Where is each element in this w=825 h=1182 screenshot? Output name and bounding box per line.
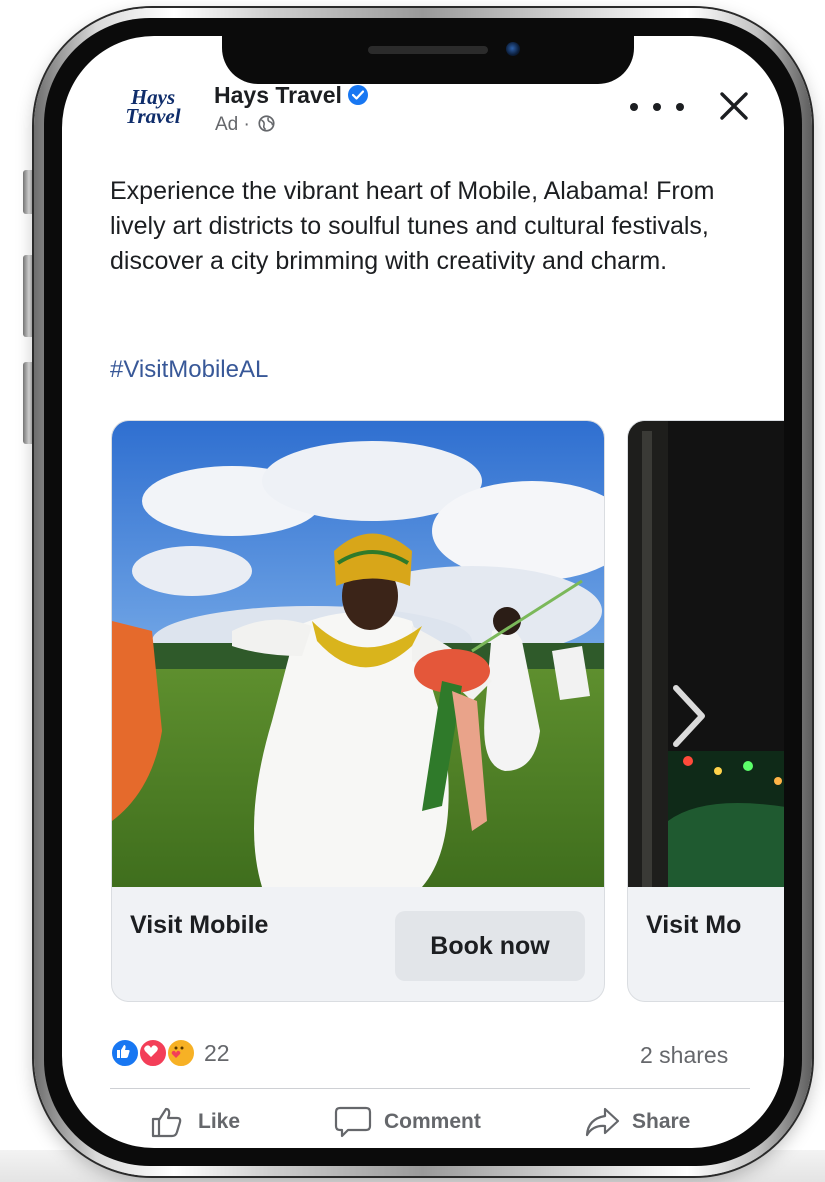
sponsored-line: Ad · — [215, 114, 275, 138]
like-button[interactable]: Like — [150, 1102, 240, 1142]
comment-label: Comment — [384, 1110, 481, 1133]
phone-screen: Hays Travel Hays Travel Ad · Experience … — [62, 36, 784, 1148]
shares-count[interactable]: 2 shares — [640, 1042, 728, 1069]
close-icon[interactable] — [714, 86, 754, 126]
share-icon — [585, 1107, 620, 1137]
card-title[interactable]: Visit Mo — [646, 911, 741, 940]
post-caption: Experience the vibrant heart of Mobile, … — [110, 177, 715, 275]
page-logo[interactable]: Hays Travel — [112, 87, 194, 128]
card-title[interactable]: Visit Mobile — [130, 911, 268, 940]
speaker-grille — [368, 46, 488, 54]
care-reaction-icon — [166, 1038, 196, 1068]
card-image-festival-dancer[interactable] — [112, 421, 604, 887]
logo-text-line-2: Travel — [125, 104, 181, 128]
love-reaction-icon — [138, 1038, 168, 1068]
reactions-summary[interactable]: 22 — [110, 1038, 230, 1068]
page-name: Hays Travel — [214, 82, 342, 108]
like-reaction-icon — [110, 1038, 140, 1068]
like-label: Like — [198, 1110, 241, 1133]
card-image-night-concert[interactable] — [628, 421, 784, 887]
actions-divider — [110, 1088, 750, 1089]
comment-button[interactable]: Comment — [334, 1102, 481, 1142]
carousel-card[interactable]: Visit Mobile Book now — [111, 420, 605, 1002]
chevron-right-icon[interactable] — [668, 684, 708, 748]
comment-icon — [334, 1106, 372, 1138]
phone-notch — [222, 36, 634, 84]
reaction-count[interactable]: 22 — [204, 1040, 230, 1067]
front-camera — [506, 42, 520, 56]
verified-badge-icon — [347, 85, 368, 105]
more-options-icon[interactable] — [630, 94, 684, 120]
hashtag-link[interactable]: #VisitMobileAL — [110, 356, 268, 384]
globe-icon — [258, 115, 275, 138]
share-label: Share — [632, 1110, 691, 1133]
page-name-link[interactable]: Hays Travel — [214, 82, 368, 109]
sponsored-label: Ad · — [215, 114, 250, 135]
share-button[interactable]: Share — [584, 1102, 690, 1142]
book-now-button[interactable]: Book now — [395, 911, 585, 981]
thumbs-up-icon — [151, 1107, 182, 1138]
